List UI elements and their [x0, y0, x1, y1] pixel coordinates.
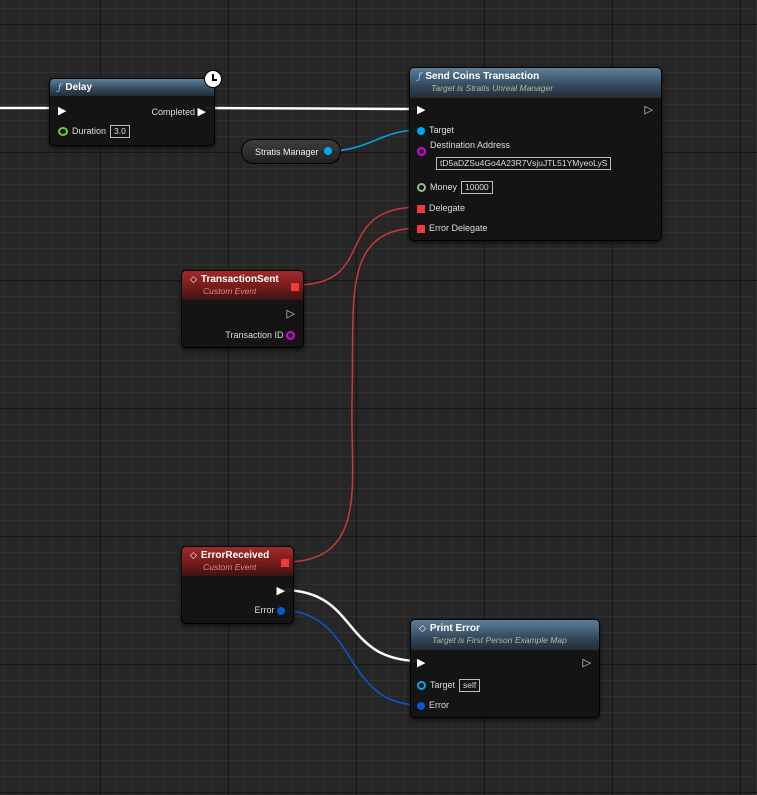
exec-out-pin[interactable]: ▷ [583, 656, 591, 669]
target-wire [327, 129, 421, 152]
struct-pin-icon [277, 606, 285, 615]
delegate-out-pin[interactable] [291, 283, 299, 291]
print-error-node[interactable]: ◇ Print Error Target is First Person Examp… [410, 619, 600, 718]
send-coins-header: ƒ Send Coins Transaction Target is Stratis… [410, 68, 661, 98]
print-error-header: ◇ Print Error Target is First Person Examp… [411, 620, 599, 650]
function-icon: ƒ [418, 72, 422, 82]
exec-in-pin[interactable]: ▶ [417, 103, 425, 116]
error-pin[interactable]: Error [254, 605, 285, 615]
exec-out-pin[interactable]: ▶ [277, 584, 285, 597]
send-coins-transaction-node[interactable]: ƒ Send Coins Transaction Target is Stratis… [409, 67, 662, 241]
clock-icon [204, 70, 222, 88]
duration-input[interactable]: 3.0 [110, 125, 130, 138]
transaction-id-pin[interactable]: Transaction ID [225, 330, 295, 341]
exec-out-icon: ▶ [197, 106, 206, 118]
event-diamond-icon: ◇ [190, 275, 197, 285]
destination-address-input[interactable]: tD5aDZSu4Go4A23R7VsjuJTL51YMyeoLyS [436, 157, 612, 170]
exec-wire-delay-to-send [204, 106, 421, 111]
error-received-header: ◇ ErrorReceived Custom Event [182, 547, 293, 576]
stratis-manager-variable[interactable]: Stratis Manager [241, 139, 341, 164]
delegate-pin[interactable]: Delegate [417, 203, 465, 213]
money-input[interactable]: 10000 [461, 181, 493, 194]
function-icon: ƒ [58, 83, 62, 93]
error-delegate-wire [284, 227, 421, 563]
float-pin-icon [58, 127, 68, 137]
exec-out-pin[interactable]: ▷ [645, 103, 653, 116]
event-diamond-icon: ◇ [419, 624, 426, 634]
integer-pin-icon [417, 183, 426, 193]
target-pin[interactable]: Target self [417, 679, 481, 692]
target-self-input[interactable]: self [459, 679, 481, 692]
target-pin[interactable]: Target [417, 125, 454, 135]
object-pin-icon [417, 681, 426, 691]
delay-node[interactable]: ƒ Delay ▶ Completed ▶ Duration 3.0 [49, 70, 222, 146]
exec-in-pin[interactable]: ▶ [58, 104, 66, 117]
string-pin-icon [286, 331, 295, 341]
destination-address-pin[interactable]: Destination Address [417, 140, 510, 157]
string-pin-icon [417, 147, 426, 157]
delegate-out-pin[interactable] [281, 559, 289, 567]
struct-pin-icon [417, 701, 425, 710]
object-pin-icon[interactable] [324, 147, 332, 155]
transaction-sent-header: ◇ TransactionSent Custom Event [182, 271, 303, 300]
delegate-pin-icon [417, 204, 425, 213]
exec-out-pin[interactable]: ▷ [287, 307, 295, 320]
exec-in-pin[interactable]: ▶ [417, 656, 425, 669]
completed-pin[interactable]: Completed ▶ [151, 105, 206, 118]
error-pin[interactable]: Error [417, 700, 449, 710]
transaction-sent-event-node[interactable]: ◇ TransactionSent Custom Event ▷ Transacti… [181, 270, 304, 348]
delegate-pin-icon [417, 224, 425, 233]
event-diamond-icon: ◇ [190, 551, 197, 561]
duration-pin[interactable]: Duration 3.0 [58, 125, 130, 138]
delay-header: ƒ Delay [50, 79, 214, 96]
exec-wire-error-to-print [281, 588, 421, 663]
object-pin-icon [417, 126, 425, 135]
error-delegate-pin[interactable]: Error Delegate [417, 223, 488, 233]
money-pin[interactable]: Money 10000 [417, 181, 493, 194]
error-received-event-node[interactable]: ◇ ErrorReceived Custom Event ▶ Error [181, 546, 294, 624]
